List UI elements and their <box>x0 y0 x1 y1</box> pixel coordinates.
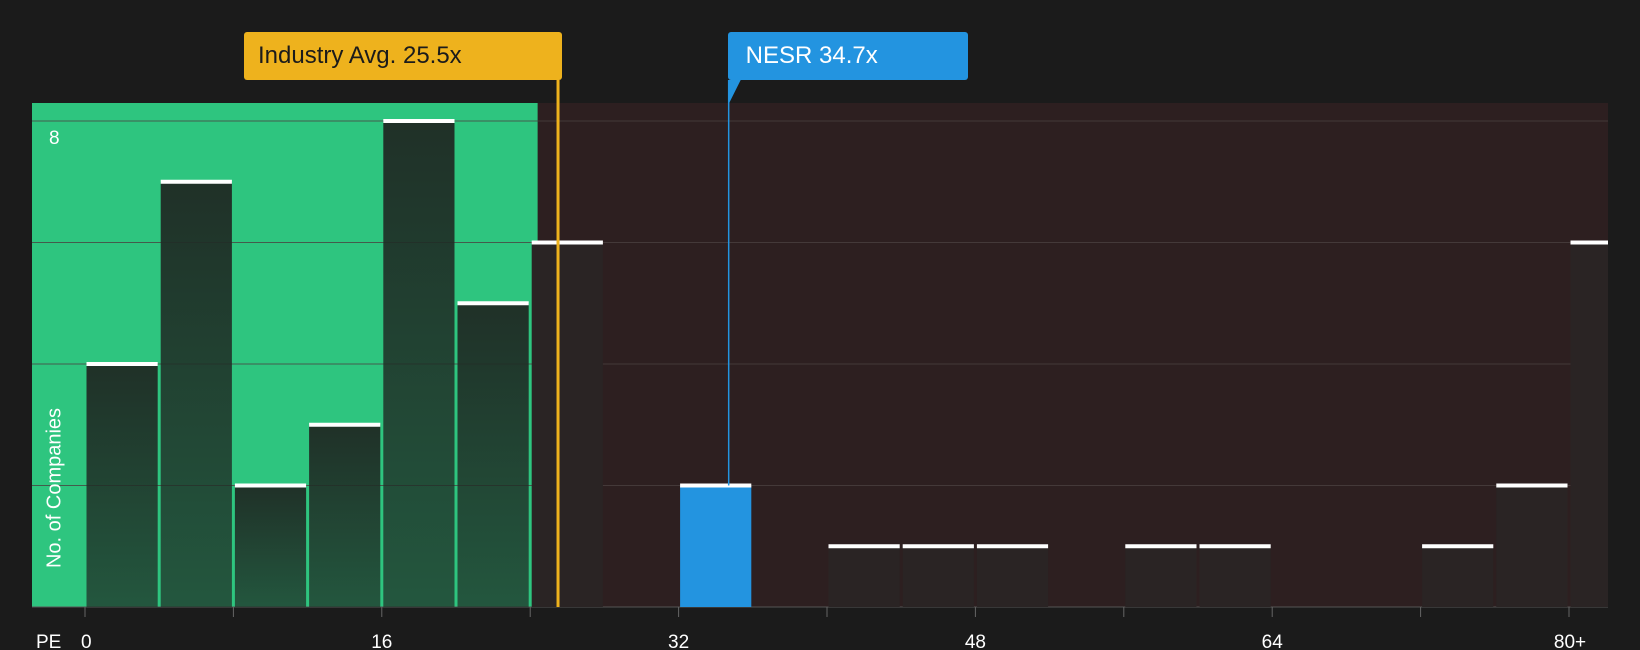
x-tick-label: 32 <box>668 632 689 650</box>
bar-cap <box>902 544 974 549</box>
bar-cap <box>828 544 900 549</box>
bar-cap <box>531 240 603 245</box>
bar-cap <box>160 179 232 184</box>
company-callout-pointer <box>728 80 741 104</box>
y-tick-label: 8 <box>49 128 60 149</box>
histogram-bar <box>902 546 974 607</box>
histogram-bar <box>976 546 1049 607</box>
bar-cap <box>1422 544 1494 549</box>
bar-cap <box>1125 544 1197 549</box>
histogram-bar <box>1570 242 1608 607</box>
company-pe-callout: NESR 34.7x <box>727 32 968 80</box>
histogram-bar <box>160 181 232 607</box>
y-axis-label: No. of Companies <box>43 407 66 569</box>
histogram-bar <box>86 364 158 607</box>
bar-cap <box>457 301 529 306</box>
company-bar <box>680 485 752 607</box>
bar-cap <box>680 483 752 488</box>
bar-cap <box>1496 483 1568 488</box>
histogram-bar <box>234 485 307 607</box>
x-tick-label: 64 <box>1262 632 1284 650</box>
bar-cap <box>86 362 158 366</box>
x-tick-label: 48 <box>965 632 986 650</box>
histogram-bar <box>1125 546 1197 607</box>
histogram-bar <box>1422 546 1494 607</box>
bar-cap <box>234 483 307 488</box>
histogram-bar <box>1199 546 1271 607</box>
histogram-bar <box>828 546 900 607</box>
industry-average-callout: Industry Avg. 25.5x <box>244 32 562 80</box>
x-tick-label: 0 <box>81 632 92 650</box>
bar-cap <box>1199 544 1271 549</box>
bar-cap <box>309 422 381 427</box>
histogram-bar <box>383 121 455 607</box>
x-tick-label: 16 <box>371 632 392 650</box>
pe-histogram-chart: 0 16 32 48 64 80+ PE 8 <box>32 80 1608 650</box>
histogram-bar <box>457 303 529 607</box>
x-axis: 0 16 32 48 64 80+ <box>81 607 1586 650</box>
x-tick-label: 80+ <box>1554 632 1586 650</box>
x-axis-label: PE <box>36 632 61 650</box>
histogram-bar <box>309 424 381 607</box>
bar-cap <box>1570 240 1608 245</box>
bar-cap <box>976 544 1049 549</box>
bar-cap <box>383 119 455 123</box>
histogram-bar <box>1496 485 1568 607</box>
histogram-bar <box>531 242 603 607</box>
